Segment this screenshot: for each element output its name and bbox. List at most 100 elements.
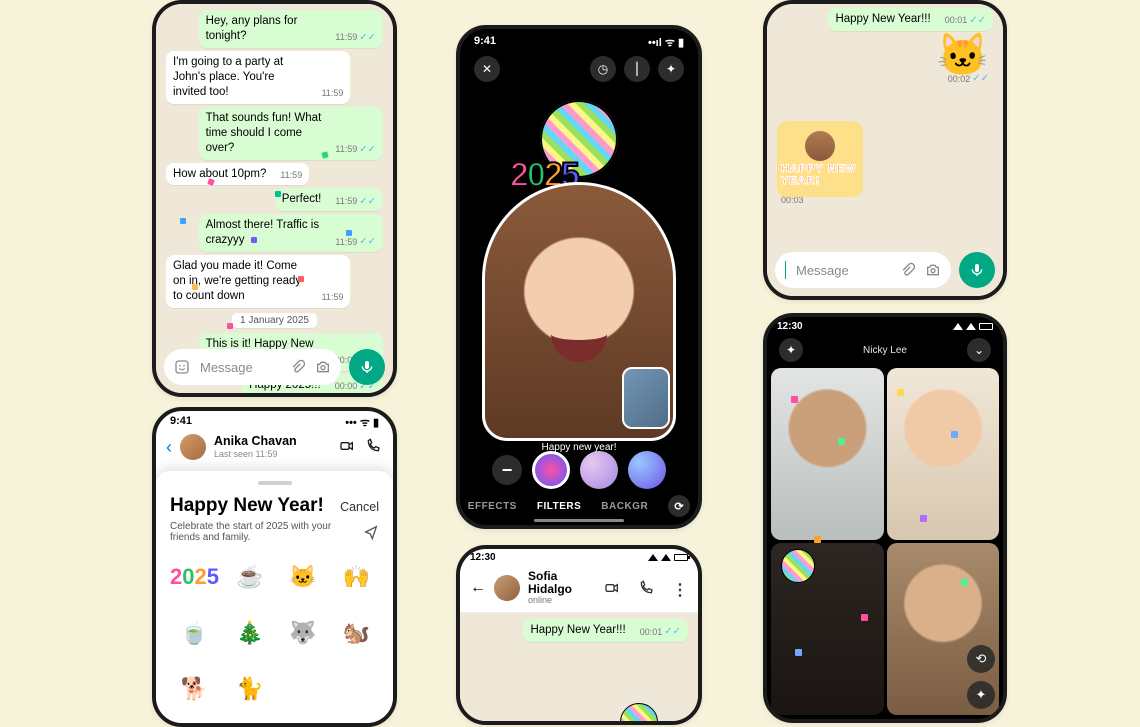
message-time: 00:01 bbox=[945, 15, 968, 27]
sticker-sheet: Happy New Year! Cancel Celebrate the sta… bbox=[156, 471, 393, 723]
message-in[interactable]: Glad you made it! Come on in, we're gett… bbox=[166, 255, 350, 308]
attach-icon[interactable] bbox=[899, 262, 915, 278]
filter-selected[interactable] bbox=[532, 451, 570, 489]
filter-carousel[interactable]: − bbox=[460, 451, 698, 489]
read-receipt-icon: ✓✓ bbox=[359, 237, 376, 247]
message-out[interactable]: Hey, any plans for tonight?11:59✓✓ bbox=[199, 10, 383, 48]
participant-tile[interactable] bbox=[771, 368, 884, 540]
message-time: 11:59 bbox=[335, 144, 357, 156]
message-text: Hey, any plans for tonight? bbox=[206, 14, 322, 44]
read-receipt-icon: ✓✓ bbox=[969, 16, 986, 26]
voice-record-button[interactable] bbox=[349, 349, 385, 385]
message-in[interactable]: How about 10pm?11:59 bbox=[166, 163, 309, 186]
phone-chat-stickers: Happy New Year!!! 00:01✓✓ 🐱 00:02✓✓ HAPPY… bbox=[763, 0, 1007, 300]
sticker-teacup2[interactable]: 🍵 bbox=[170, 609, 219, 657]
status-clock: 9:41 bbox=[474, 35, 496, 50]
person-icon bbox=[805, 131, 835, 161]
voice-call-icon[interactable] bbox=[365, 438, 383, 456]
cat-sticker-icon: 🐱 bbox=[937, 34, 989, 76]
sticker-cat[interactable]: 🐱 bbox=[280, 553, 325, 601]
camera-icon[interactable] bbox=[925, 262, 941, 278]
flip-camera-icon[interactable]: ⟲ bbox=[967, 645, 995, 673]
phone-sticker-pack: 9:41 ••• ᯤ ▮ ‹ Anika Chavan Last seen 11… bbox=[152, 407, 397, 727]
message-out[interactable]: Happy New Year!!! 00:01✓✓ bbox=[828, 8, 993, 31]
chat-area[interactable]: Happy New Year!!! 00:01✓✓ 🐱 00:02✓✓ HAPPY… bbox=[767, 4, 1003, 296]
message-input[interactable]: Message bbox=[164, 349, 341, 385]
message-out[interactable]: That sounds fun! What time should I come… bbox=[199, 107, 383, 160]
flash-icon[interactable]: ⎮ bbox=[624, 56, 650, 82]
message-text: Happy New Year!!! bbox=[835, 12, 930, 27]
sticker-teacup[interactable]: ☕ bbox=[227, 553, 272, 601]
video-call-icon[interactable] bbox=[604, 580, 620, 596]
effects-icon[interactable]: ✦ bbox=[658, 56, 684, 82]
voice-call-icon[interactable] bbox=[638, 580, 654, 596]
status-bar: 9:41 ••ıl ᯤ ▮ bbox=[460, 29, 698, 52]
video-call-icon[interactable] bbox=[339, 438, 357, 456]
tab-backgrounds[interactable]: BACKGR bbox=[601, 501, 648, 512]
message-time: 00:01 bbox=[640, 627, 663, 639]
effects-icon[interactable]: ✦ bbox=[779, 338, 803, 362]
avatar[interactable] bbox=[180, 434, 206, 460]
sticker-cat-sent[interactable]: 🐱 00:02✓✓ bbox=[913, 34, 989, 114]
cancel-button[interactable]: Cancel bbox=[340, 500, 379, 514]
message-input[interactable]: Message bbox=[775, 252, 951, 288]
sticker-hny-received[interactable]: HAPPY NEW YEAR! 00:03 bbox=[777, 121, 863, 205]
remove-filter-button[interactable]: − bbox=[492, 455, 522, 485]
sheet-handle[interactable] bbox=[258, 481, 292, 485]
chat-area[interactable]: Happy New Year!!!00:01✓✓ 2025 bbox=[460, 613, 698, 725]
sticker-tree[interactable]: 🎄 bbox=[227, 609, 272, 657]
camera-icon[interactable] bbox=[315, 359, 331, 375]
participant-tile[interactable] bbox=[887, 368, 1000, 540]
message-out[interactable]: Happy New Year!!!00:01✓✓ bbox=[523, 619, 688, 642]
sticker-sent[interactable]: 2025 bbox=[594, 703, 684, 725]
refresh-icon[interactable]: ⟳ bbox=[668, 495, 690, 517]
tab-filters[interactable]: FILTERS bbox=[537, 501, 581, 512]
sticker-icon[interactable] bbox=[174, 359, 190, 375]
message-out[interactable]: Perfect!11:59✓✓ bbox=[275, 188, 383, 211]
sticker-cat2[interactable]: 🐈 bbox=[227, 665, 272, 713]
chat-area[interactable]: Hey, any plans for tonight?11:59✓✓ I'm g… bbox=[156, 4, 393, 393]
contact-status: Last seen 11:59 bbox=[214, 449, 297, 459]
timer-icon[interactable]: ◷ bbox=[590, 56, 616, 82]
read-receipt-icon: ✓✓ bbox=[359, 33, 376, 43]
date-divider: 1 January 2025 bbox=[232, 313, 317, 328]
back-icon[interactable]: ← bbox=[470, 579, 486, 597]
sticker-2025[interactable]: 2025 bbox=[170, 553, 219, 601]
message-time: 11:59 bbox=[322, 88, 344, 100]
message-time: 00:02 bbox=[948, 74, 971, 84]
message-out[interactable]: Almost there! Traffic is crazyyy11:59✓✓ bbox=[199, 214, 383, 252]
chevron-down-icon[interactable]: ⌄ bbox=[967, 338, 991, 362]
share-icon[interactable] bbox=[363, 524, 379, 540]
message-list: Hey, any plans for tonight?11:59✓✓ I'm g… bbox=[156, 4, 393, 397]
voice-record-button[interactable] bbox=[959, 252, 995, 288]
close-icon[interactable]: ✕ bbox=[474, 56, 500, 82]
disco-ball-icon bbox=[620, 703, 658, 725]
participant-tile[interactable] bbox=[771, 543, 884, 715]
contact-name[interactable]: Anika Chavan bbox=[214, 435, 297, 449]
sticker-person[interactable]: 🙌 bbox=[334, 553, 379, 601]
contact-name[interactable]: Sofia Hidalgo bbox=[528, 570, 586, 596]
remote-pip[interactable] bbox=[622, 367, 670, 429]
back-icon[interactable]: ‹ bbox=[166, 438, 172, 456]
avatar[interactable] bbox=[494, 575, 520, 601]
sticker-dog[interactable]: 🐕 bbox=[170, 665, 219, 713]
sticker-squirrel[interactable]: 🐿️ bbox=[334, 609, 379, 657]
disco-ball-icon bbox=[781, 549, 815, 583]
call-top-controls: ✕ ◷ ⎮ ✦ bbox=[460, 52, 698, 86]
filter-option[interactable] bbox=[628, 451, 666, 489]
message-in[interactable]: I'm going to a party at John's place. Yo… bbox=[166, 51, 350, 104]
message-text: I'm going to a party at John's place. Yo… bbox=[173, 55, 308, 100]
effects-icon[interactable]: ✦ bbox=[967, 681, 995, 709]
more-icon[interactable]: ⋮ bbox=[672, 580, 688, 596]
sticker-grid: 2025 ☕ 🐱 🙌 🍵 🎄 🐺 🐿️ 🐕 🐈 bbox=[170, 553, 379, 713]
status-clock: 12:30 bbox=[777, 321, 803, 332]
sticker-wolf[interactable]: 🐺 bbox=[280, 609, 325, 657]
filter-option[interactable] bbox=[580, 451, 618, 489]
status-clock: 12:30 bbox=[470, 552, 496, 563]
tab-effects[interactable]: EFFECTS bbox=[468, 501, 517, 512]
phone-chat-sofia: 12:30 ← Sofia Hidalgo online ⋮ Happy New… bbox=[456, 545, 702, 725]
status-icons bbox=[953, 321, 993, 332]
message-text: That sounds fun! What time should I come… bbox=[206, 111, 322, 156]
attach-icon[interactable] bbox=[289, 359, 305, 375]
compose-bar: Message bbox=[775, 252, 995, 288]
